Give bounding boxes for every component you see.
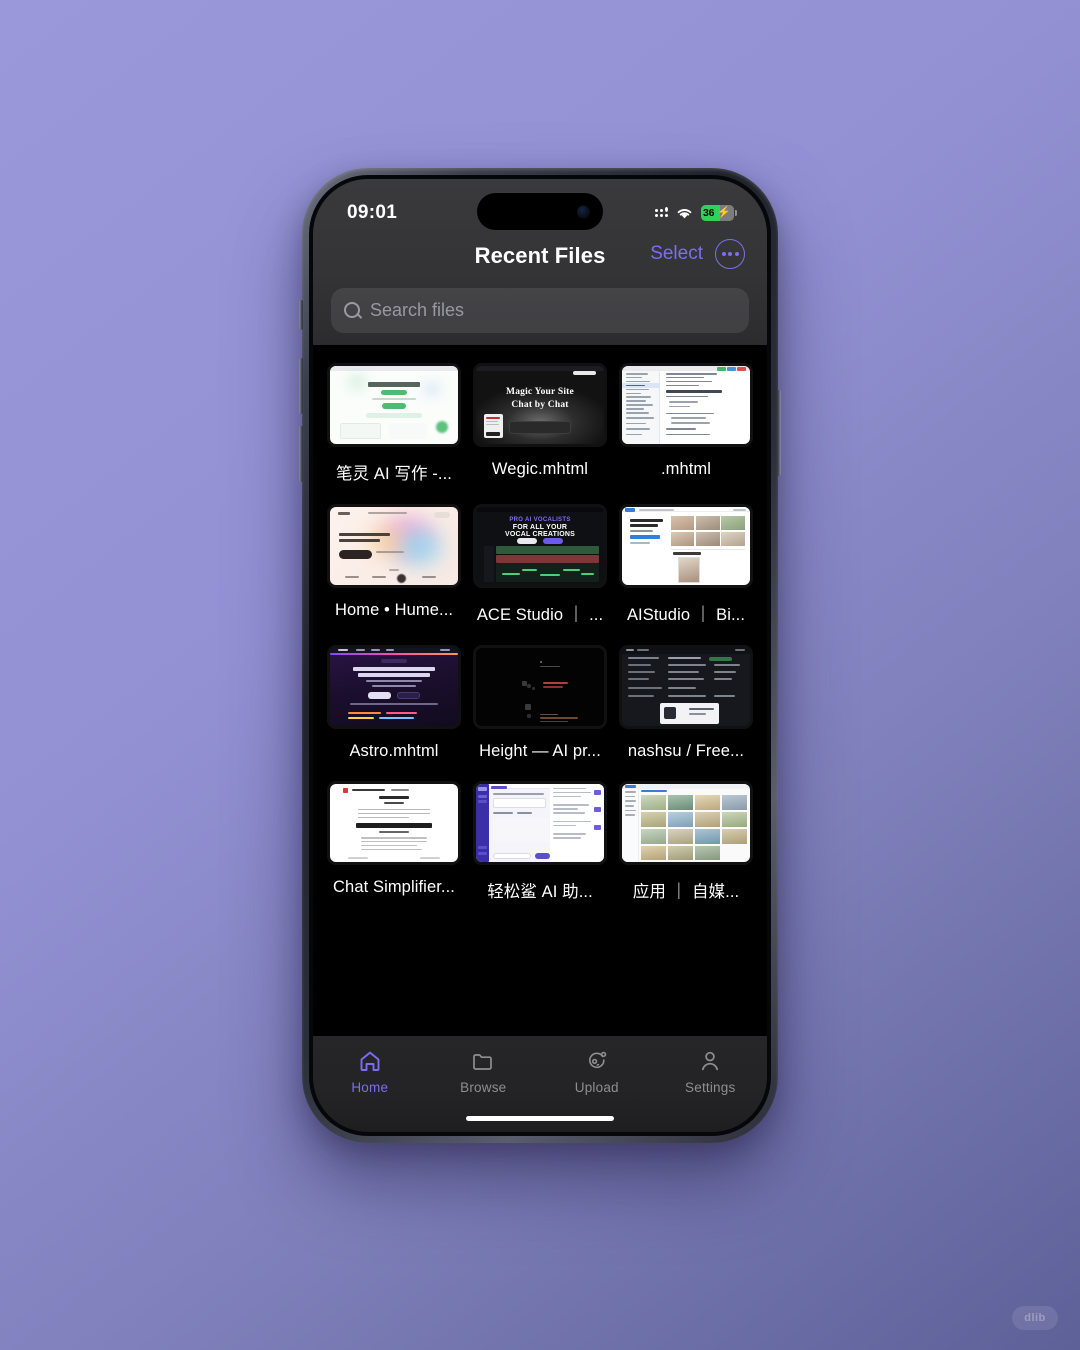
ellipsis-circle-icon[interactable] [715,239,745,269]
search-input[interactable]: Search files [331,288,749,333]
thumb-hero-line: PRO AI VOCALISTS [509,517,571,524]
file-grid: 笔灵 AI 写作 -... Magic Your Site Chat by Ch… [327,363,753,916]
phone-device-frame: 09:01 36 ⚡ Recent Files Select Search fi… [299,168,781,1143]
thumb-hero-line: Magic Your Site [506,387,574,398]
battery-tip [735,210,737,216]
nav-actions: Select [650,239,745,269]
file-name: Wegic.mhtml [491,460,589,478]
file-thumbnail [327,781,461,865]
file-card[interactable]: Chat Simplifier... [327,781,461,916]
file-name: .mhtml [660,460,712,478]
tab-browse[interactable]: Browse [427,1048,541,1095]
navigation-bar: Recent Files Select [313,233,767,275]
file-name: 轻松鲨 AI 助... [487,883,593,901]
app-header: 09:01 36 ⚡ Recent Files Select Search fi… [313,179,767,345]
upload-orbit-icon [585,1048,609,1074]
search-icon [344,302,361,319]
file-thumbnail [619,504,753,588]
file-card[interactable]: .mhtml [619,363,753,498]
file-name: Astro.mhtml [349,742,439,760]
silent-switch[interactable] [299,300,303,330]
cellular-signal-icon [655,207,668,217]
tab-label: Settings [685,1080,736,1095]
person-icon [698,1048,722,1074]
status-bar-icons: 36 ⚡ [655,205,737,221]
file-thumbnail [327,504,461,588]
status-bar-clock: 09:01 [347,202,398,223]
file-name: 笔灵 AI 写作 -... [336,465,452,483]
file-thumbnail [473,645,607,729]
file-card[interactable]: Magic Your Site Chat by Chat Wegic.mhtml [473,363,607,498]
file-thumbnail: Magic Your Site Chat by Chat [473,363,607,447]
thumb-hero-line: FOR ALL YOUR [512,523,568,531]
lightning-bolt-icon: ⚡ [717,206,731,219]
page-title: Recent Files [474,243,606,268]
front-camera-icon [577,205,590,218]
bottom-tab-bar: Home Browse Upload Settings [313,1036,767,1132]
search-placeholder: Search files [370,300,465,320]
power-button[interactable] [777,390,781,476]
tab-settings[interactable]: Settings [654,1048,768,1095]
file-thumbnail: PRO AI VOCALISTS FOR ALL YOUR VOCAL CREA… [473,504,607,588]
file-name: AIStudio ｜ Bi... [626,606,746,624]
phone-screen: 09:01 36 ⚡ Recent Files Select Search fi… [313,179,767,1132]
file-grid-container[interactable]: 笔灵 AI 写作 -... Magic Your Site Chat by Ch… [313,345,767,1056]
file-card[interactable]: Astro.mhtml [327,645,461,775]
volume-down-button[interactable] [299,426,303,482]
thumb-hero-line: Chat by Chat [511,400,569,411]
file-name: Chat Simplifier... [333,878,455,896]
file-thumbnail [327,363,461,447]
file-card[interactable]: Height — AI pr... [473,645,607,775]
file-thumbnail [327,645,461,729]
file-thumbnail [619,363,753,447]
file-card[interactable]: 轻松鲨 AI 助... [473,781,607,916]
file-name: nashsu / Free... [627,742,745,760]
select-button[interactable]: Select [650,243,703,265]
file-thumbnail [619,781,753,865]
battery-percent-label: 36 [703,207,715,219]
thumb-hero-line: VOCAL CREATIONS [504,531,576,539]
file-name: Height — AI pr... [479,742,601,760]
file-name: ACE Studio ｜ ... [476,606,604,624]
home-icon [358,1048,382,1074]
file-name: 应用 ｜ 自媒... [632,883,740,901]
file-card[interactable]: 应用 ｜ 自媒... [619,781,753,916]
file-thumbnail [619,645,753,729]
tab-label: Upload [574,1080,619,1095]
watermark: dlib [1012,1306,1058,1330]
home-indicator[interactable] [466,1116,614,1121]
tab-home[interactable]: Home [313,1048,427,1095]
watermark-text: dlib [1024,1312,1046,1324]
phone-bezel: 09:01 36 ⚡ Recent Files Select Search fi… [309,175,771,1136]
file-thumbnail [473,781,607,865]
status-bar: 09:01 36 ⚡ [313,179,767,233]
file-card[interactable]: 笔灵 AI 写作 -... [327,363,461,498]
dynamic-island [477,193,603,230]
tab-label: Home [351,1080,389,1095]
folder-icon [471,1048,495,1074]
file-name: Home • Hume... [334,601,454,619]
file-card[interactable]: Home • Hume... [327,504,461,639]
battery-indicator: 36 ⚡ [701,205,737,221]
tab-upload[interactable]: Upload [540,1048,654,1095]
file-card[interactable]: nashsu / Free... [619,645,753,775]
file-card[interactable]: PRO AI VOCALISTS FOR ALL YOUR VOCAL CREA… [473,504,607,639]
volume-up-button[interactable] [299,358,303,414]
tab-label: Browse [460,1080,507,1095]
wifi-icon [677,209,692,219]
file-card[interactable]: AIStudio ｜ Bi... [619,504,753,639]
